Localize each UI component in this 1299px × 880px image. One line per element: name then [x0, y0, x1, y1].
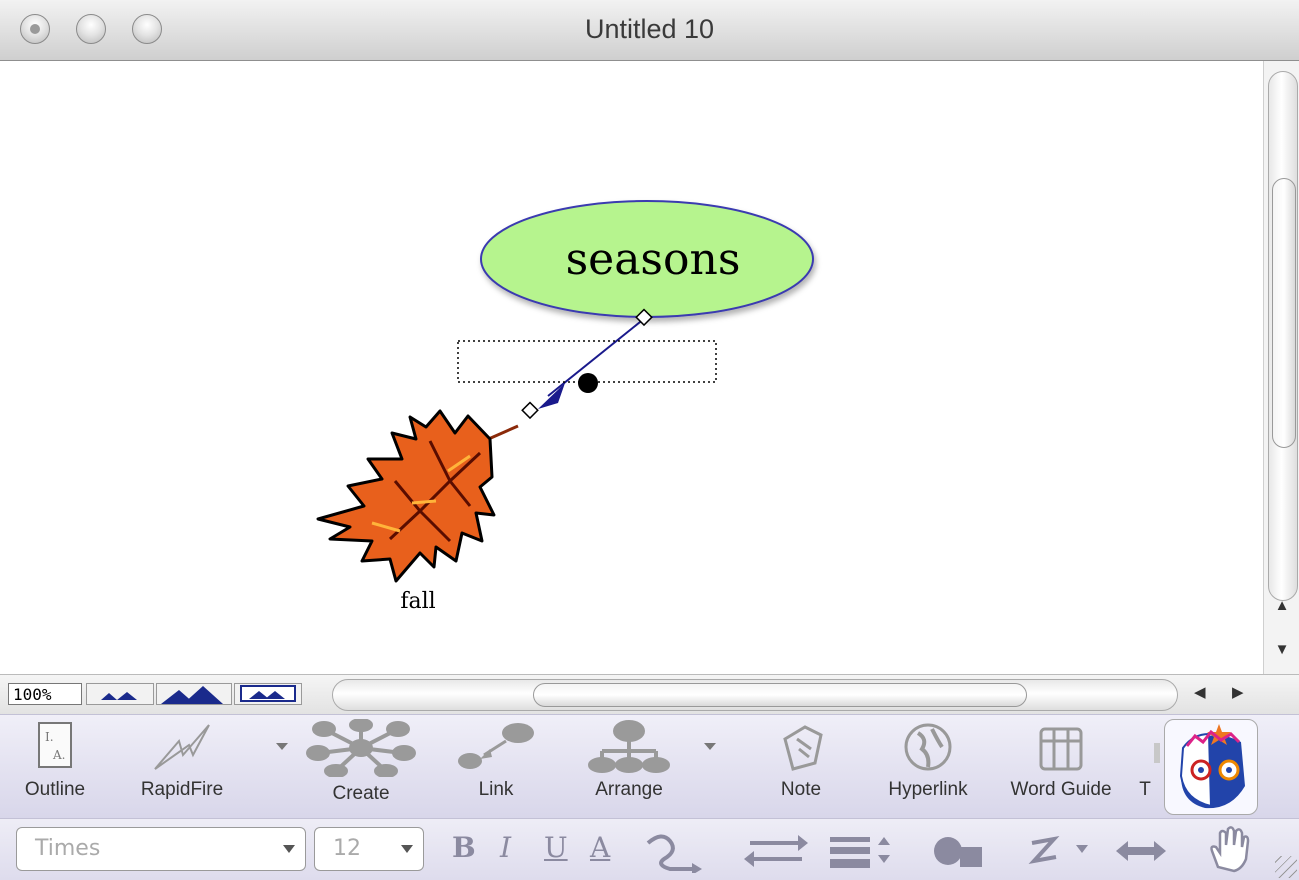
oak-leaf-icon[interactable] — [316, 409, 496, 583]
scroll-right-arrow-icon[interactable]: ▶ — [1232, 683, 1244, 701]
note-button[interactable]: Note — [756, 719, 846, 817]
hyperlink-button[interactable]: Hyperlink — [872, 719, 984, 817]
arrange-label: Arrange — [595, 779, 663, 800]
rapidfire-label: RapidFire — [140, 779, 224, 800]
vertical-scrollbar[interactable]: ▲ ▼ — [1263, 61, 1299, 674]
vertical-scroll-thumb[interactable] — [1272, 178, 1296, 448]
outline-icon: I. A. — [38, 722, 72, 768]
move-arrows-icon[interactable] — [1112, 829, 1170, 873]
link-direction-icon[interactable] — [742, 831, 810, 871]
link-label: Link — [478, 779, 514, 800]
font-size-chevron-down-icon — [401, 845, 413, 853]
link-end-handle[interactable] — [521, 401, 539, 420]
font-family-chevron-down-icon — [283, 845, 295, 853]
link-icon — [458, 723, 534, 769]
line-thickness-icon[interactable] — [826, 831, 902, 871]
resize-grip-icon[interactable] — [1275, 856, 1297, 878]
scroll-left-arrow-icon[interactable]: ◀ — [1194, 683, 1206, 701]
fit-mountains-icon — [240, 685, 296, 702]
hyperlink-label: Hyperlink — [888, 779, 968, 800]
text-color-button[interactable]: A — [590, 831, 610, 864]
kidspiration-head-icon — [1179, 724, 1245, 809]
zoom-large-button[interactable] — [156, 683, 232, 705]
kidspiration-logo-button[interactable] — [1164, 719, 1258, 815]
vertical-scroll-track[interactable] — [1268, 71, 1298, 601]
link-style-icon[interactable] — [640, 829, 720, 873]
horizontal-scroll-track[interactable] — [332, 679, 1178, 711]
word-guide-label: Word Guide — [1010, 779, 1112, 800]
truncated-tool-button[interactable]: T — [1130, 719, 1160, 817]
link-button[interactable]: Link — [452, 719, 540, 817]
underline-button[interactable]: U — [544, 831, 568, 864]
outline-button[interactable]: I. A. Outline — [20, 719, 90, 817]
view-control-bar: 100% ◀ ▶ — [0, 674, 1299, 715]
main-toolbar: I. A. Outline RapidFire Create Link Arra… — [0, 714, 1299, 819]
horizontal-scroll-thumb[interactable] — [533, 683, 1027, 707]
child-node-label[interactable]: fall — [400, 589, 435, 614]
font-family-value: Times — [35, 836, 101, 861]
word-guide-button[interactable]: Word Guide — [996, 719, 1126, 817]
rapidfire-menu-chevron-down-icon[interactable] — [276, 743, 288, 750]
window-title: Untitled 10 — [584, 14, 715, 44]
zoom-fit-button[interactable] — [234, 683, 302, 705]
italic-button[interactable]: I — [500, 831, 511, 864]
scroll-down-arrow-icon[interactable]: ▼ — [1264, 641, 1299, 658]
hand-tool-icon[interactable] — [1204, 823, 1252, 873]
truncated-tool-label: T — [1139, 779, 1151, 800]
main-node-label: seasons — [566, 234, 741, 285]
create-icon — [306, 719, 416, 777]
svg-text:I.: I. — [45, 730, 54, 744]
link-arrowhead-icon — [538, 383, 565, 409]
rapidfire-icon — [154, 724, 210, 770]
link-type-icon[interactable] — [1026, 829, 1106, 873]
note-label: Note — [780, 779, 822, 800]
hyperlink-icon — [904, 723, 952, 771]
arrange-menu-chevron-down-icon[interactable] — [704, 743, 716, 750]
diagram-svg: seasons fall — [316, 200, 814, 614]
create-button[interactable]: Create — [306, 719, 416, 817]
word-guide-icon — [1039, 727, 1083, 771]
create-label: Create — [332, 783, 390, 804]
diagram-canvas[interactable]: seasons fall — [0, 61, 1263, 674]
svg-text:A.: A. — [52, 748, 65, 762]
zoom-level-field[interactable]: 100% — [8, 683, 82, 705]
arrange-button[interactable]: Arrange — [582, 719, 676, 817]
rapidfire-button[interactable]: RapidFire — [140, 719, 224, 817]
format-bar: Times 12 B I U A — [0, 818, 1299, 880]
arrange-icon — [588, 720, 670, 773]
large-mountains-icon — [161, 686, 223, 704]
title-bar: Untitled 10 — [0, 0, 1299, 61]
font-size-value: 12 — [333, 836, 361, 861]
link-midpoint-handle[interactable] — [578, 373, 598, 393]
font-size-select[interactable]: 12 — [314, 827, 424, 871]
note-icon — [783, 725, 823, 771]
small-mountains-icon — [101, 692, 137, 700]
bold-button[interactable]: B — [452, 831, 476, 864]
scroll-up-arrow-icon[interactable]: ▲ — [1264, 597, 1299, 614]
truncated-tool-icon — [1154, 743, 1160, 763]
zoom-small-button[interactable] — [86, 683, 154, 705]
outline-label: Outline — [24, 779, 86, 800]
symbol-text-icon[interactable] — [930, 829, 990, 873]
font-family-select[interactable]: Times — [16, 827, 306, 871]
